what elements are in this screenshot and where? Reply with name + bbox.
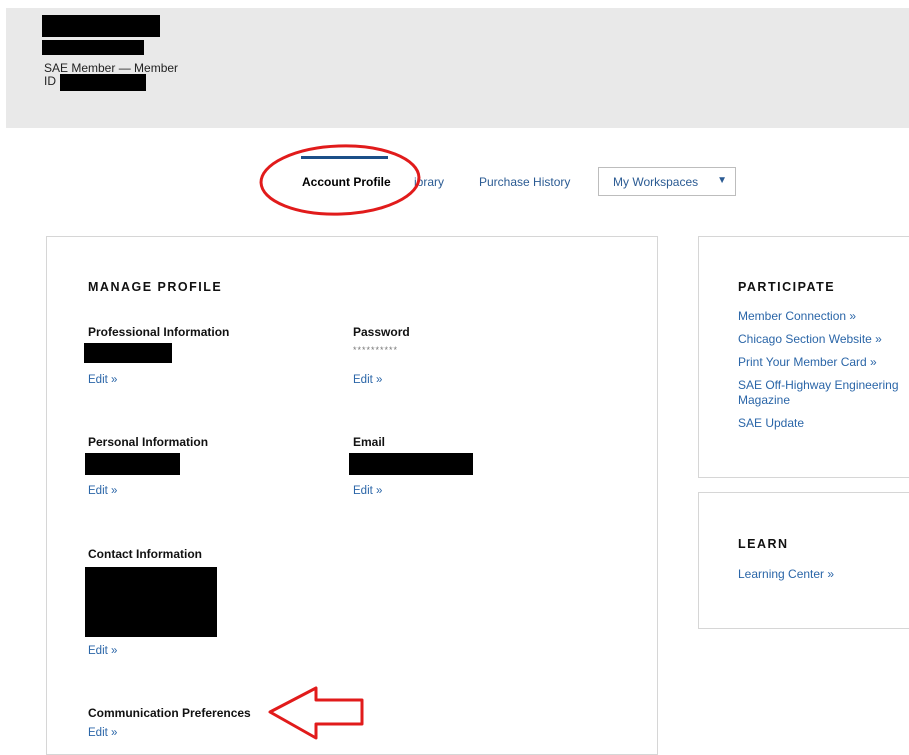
manage-profile-panel: MANAGE PROFILE Professional Information … (46, 236, 658, 755)
learn-title: LEARN (738, 537, 789, 551)
contact-information-label: Contact Information (88, 547, 202, 561)
workspaces-select-value: My Workspaces (613, 174, 699, 189)
print-member-card-link[interactable]: Print Your Member Card » (738, 355, 877, 370)
edit-contact-information-link[interactable]: Edit » (88, 645, 117, 657)
professional-information-label: Professional Information (88, 325, 230, 339)
active-tab-indicator (301, 156, 388, 159)
tab-account-profile[interactable]: Account Profile (302, 175, 391, 189)
redacted-professional-information (84, 343, 172, 363)
password-label: Password (353, 325, 410, 339)
caret-down-icon: ▼ (717, 175, 727, 186)
communication-preferences-label: Communication Preferences (88, 706, 251, 720)
password-masked-value: ********** (353, 345, 399, 355)
off-highway-magazine-link[interactable]: SAE Off-Highway Engineering Magazine (738, 378, 899, 408)
redacted-personal-information (85, 453, 180, 475)
sae-update-link[interactable]: SAE Update (738, 416, 804, 431)
edit-professional-information-link[interactable]: Edit » (88, 374, 117, 386)
member-connection-link[interactable]: Member Connection » (738, 309, 856, 324)
participate-title: PARTICIPATE (738, 280, 836, 294)
edit-personal-information-link[interactable]: Edit » (88, 485, 117, 497)
learn-panel: LEARN Learning Center » (698, 492, 909, 629)
off-highway-magazine-line1: SAE Off-Highway Engineering (738, 378, 899, 392)
edit-password-link[interactable]: Edit » (353, 374, 382, 386)
redacted-email (349, 453, 473, 475)
tab-library[interactable]: ibrary (414, 175, 444, 189)
learning-center-link[interactable]: Learning Center » (738, 567, 834, 582)
tab-purchase-history[interactable]: Purchase History (479, 175, 570, 189)
edit-communication-preferences-link[interactable]: Edit » (88, 727, 117, 739)
account-tabs: Account Profile ibrary Purchase History … (0, 0, 909, 210)
workspaces-select[interactable]: My Workspaces ▼ (598, 167, 736, 196)
email-label: Email (353, 435, 386, 449)
manage-profile-title: MANAGE PROFILE (88, 280, 223, 294)
off-highway-magazine-line2: Magazine (738, 393, 791, 407)
personal-information-label: Personal Information (88, 435, 209, 449)
redacted-contact-information (85, 567, 217, 637)
edit-email-link[interactable]: Edit » (353, 485, 382, 497)
chicago-section-website-link[interactable]: Chicago Section Website » (738, 332, 882, 347)
participate-panel: PARTICIPATE Member Connection » Chicago … (698, 236, 909, 478)
